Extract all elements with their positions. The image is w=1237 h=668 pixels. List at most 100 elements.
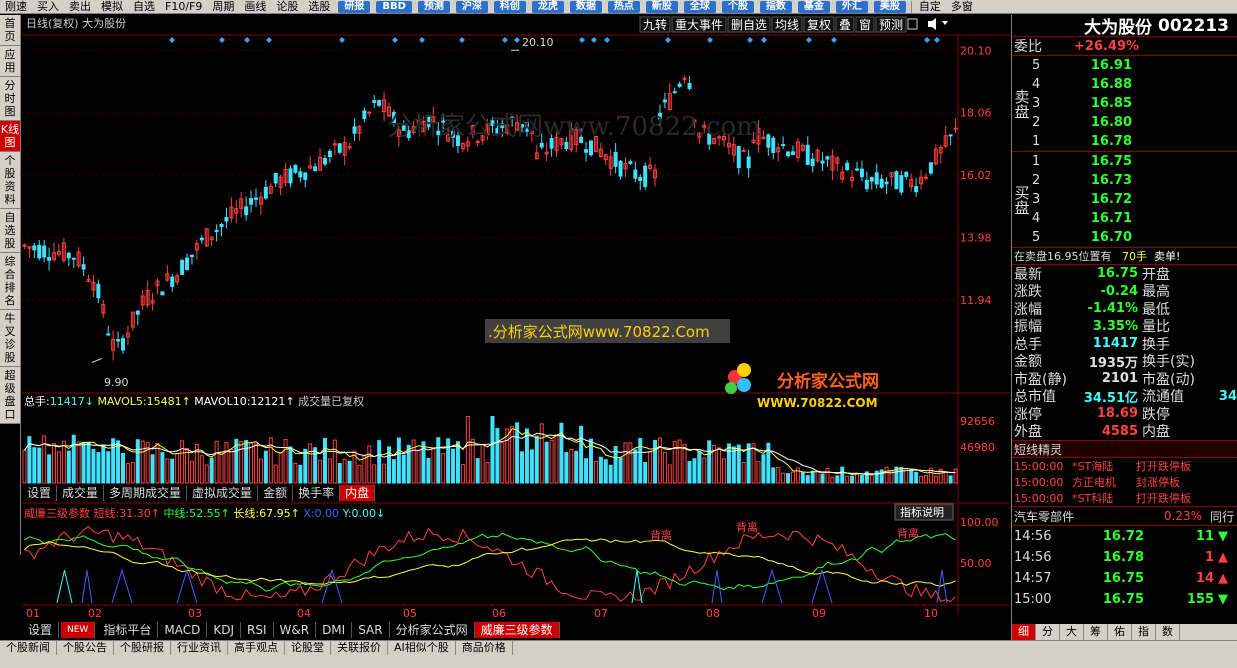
tick-tab-1[interactable]: 分 [1036, 624, 1060, 640]
chart-tool-3[interactable]: 均线 [775, 18, 799, 32]
left-tab-8[interactable]: 超级盘口 [0, 367, 20, 424]
toolbar-right-item-0[interactable]: 自定 [914, 0, 946, 13]
toolbar-item-5[interactable]: F10/F9 [160, 0, 207, 13]
chart-tool-0[interactable]: 九转 [643, 17, 667, 32]
indicator-explain-button[interactable]: 指标说明 [900, 505, 944, 519]
volume-tab-0[interactable]: 设置 [22, 485, 58, 501]
tick-tab-6[interactable]: 数 [1156, 624, 1180, 640]
indicator-tab-1[interactable]: NEW [61, 622, 96, 638]
tick-tab-5[interactable]: 指 [1132, 624, 1156, 640]
short-elves-row[interactable]: 15:00:00 *ST科陆 打开跌停板 [1012, 490, 1237, 506]
indicator-tab-10[interactable]: 威廉三级参数 [474, 622, 560, 638]
toolbar-item-6[interactable]: 周期 [207, 0, 239, 13]
indicator-tab-7[interactable]: DMI [316, 622, 353, 638]
indicator-tab-3[interactable]: MACD [158, 622, 208, 638]
toolbar-item-9[interactable]: 选股 [303, 0, 335, 13]
bottom-bar-item-1[interactable]: 个股公告 [57, 641, 114, 655]
short-elves-row[interactable]: 15:00:00 *ST海陆 打开跌停板 [1012, 458, 1237, 474]
volume-tab-6[interactable]: 内盘 [340, 485, 376, 501]
bottom-bar-item-0[interactable]: 个股新闻 [0, 641, 57, 655]
bottom-bar-item-5[interactable]: 论股堂 [285, 641, 331, 655]
order-level[interactable]: 4 16.71 [1032, 209, 1237, 228]
left-tab-1[interactable]: 应用 [0, 46, 20, 77]
bottom-bar-item-3[interactable]: 行业资讯 [171, 641, 228, 655]
toolbar-item-0[interactable]: 刚速 [0, 0, 32, 13]
toolbar-button-7[interactable]: 热点 [607, 0, 640, 13]
toolbar-item-4[interactable]: 自选 [128, 0, 160, 13]
order-level[interactable]: 2 16.80 [1032, 113, 1237, 132]
short-elves-list[interactable]: 15:00:00 *ST海陆 打开跌停板 15:00:00 方正电机 封涨停板 15:00:… [1012, 458, 1237, 506]
order-level[interactable]: 5 16.91 [1032, 56, 1237, 75]
left-tab-0[interactable]: 首页 [0, 15, 20, 46]
indicator-tab-8[interactable]: SAR [352, 622, 390, 638]
indicator-tab-4[interactable]: KDJ [207, 622, 241, 638]
toolbar-button-12[interactable]: 基金 [797, 0, 830, 13]
chart-tool-1[interactable]: 重大事件 [675, 18, 723, 32]
toolbar-button-6[interactable]: 数据 [569, 0, 602, 13]
toolbar-item-2[interactable]: 卖出 [64, 0, 96, 13]
order-level[interactable]: 2 16.73 [1032, 171, 1237, 190]
chart-tool-5[interactable]: 叠 [839, 18, 851, 32]
short-elves-row[interactable]: 15:00:00 方正电机 封涨停板 [1012, 474, 1237, 490]
indicator-tab-6[interactable]: W&R [274, 622, 317, 638]
bottom-bar-item-8[interactable]: 商品价格 [456, 641, 513, 655]
toolbar-button-5[interactable]: 龙虎 [531, 0, 564, 13]
kline-chart-area[interactable]: 日线(复权) 大为股份 九转 重大事件 删自选 均线 复权叠窗预测 20.10 18.06… [22, 15, 1010, 640]
bottom-bar-item-7[interactable]: AI相似个股 [388, 641, 456, 655]
bottom-bar-item-4[interactable]: 高手观点 [228, 641, 285, 655]
sector-peer[interactable]: 同行 [1202, 508, 1234, 525]
chart-tool-4[interactable]: 复权 [807, 18, 831, 32]
order-notice-prefix: 在卖盘16.95位置有 [1014, 250, 1112, 263]
toolbar-item-8[interactable]: 论股 [271, 0, 303, 13]
chart-tool-7[interactable]: 预测 [879, 18, 903, 32]
toolbar-button-9[interactable]: 全球 [683, 0, 716, 13]
left-tab-6[interactable]: 综合排名 [0, 253, 20, 310]
toolbar-button-11[interactable]: 指数 [759, 0, 792, 13]
candle-body [81, 264, 86, 270]
volume-tab-1[interactable]: 成交量 [57, 485, 105, 501]
bottom-bar-item-6[interactable]: 关联报价 [331, 641, 388, 655]
left-tab-4[interactable]: 个股资料 [0, 152, 20, 209]
order-level[interactable]: 1 16.78 [1032, 132, 1237, 151]
indicator-tab-9[interactable]: 分析家公式网 [390, 622, 475, 638]
left-tab-5[interactable]: 自选股 [0, 209, 20, 253]
indicator-tab-5[interactable]: RSI [241, 622, 274, 638]
volume-tab-4[interactable]: 金额 [258, 485, 294, 501]
order-level[interactable]: 4 16.88 [1032, 75, 1237, 94]
toolbar-item-1[interactable]: 买入 [32, 0, 64, 13]
left-tab-3[interactable]: K线图 [0, 121, 20, 152]
indicator-tab-2[interactable]: 指标平台 [97, 622, 159, 638]
toolbar-button-4[interactable]: 科创 [493, 0, 526, 13]
order-level[interactable]: 3 16.72 [1032, 190, 1237, 209]
toolbar-right-item-1[interactable]: 多窗 [946, 0, 978, 13]
left-tab-2[interactable]: 分时图 [0, 77, 20, 121]
tick-tab-4[interactable]: 佑 [1108, 624, 1132, 640]
volume-tab-5[interactable]: 换手率 [293, 485, 341, 501]
order-level[interactable]: 3 16.85 [1032, 94, 1237, 113]
tick-tab-3[interactable]: 筹 [1084, 624, 1108, 640]
chart-tool-6[interactable]: 窗 [859, 18, 871, 32]
toolbar-button-2[interactable]: 预测 [417, 0, 450, 13]
toolbar-button-3[interactable]: 沪深 [455, 0, 488, 13]
order-level[interactable]: 5 16.70 [1032, 228, 1237, 247]
toolbar-button-8[interactable]: 新股 [645, 0, 678, 13]
candle-body [288, 168, 293, 184]
volume-tab-2[interactable]: 多周期成交量 [104, 485, 188, 501]
volume-bar [608, 464, 613, 484]
sector-name[interactable]: 汽车零部件 [1012, 508, 1132, 525]
left-tab-7[interactable]: 牛叉诊股 [0, 310, 20, 367]
toolbar-button-14[interactable]: 美股 [873, 0, 906, 13]
indicator-tab-0[interactable]: 设置 [22, 622, 60, 638]
toolbar-button-1[interactable]: BBD [376, 0, 412, 13]
tick-tab-0[interactable]: 细 [1012, 624, 1036, 640]
toolbar-button-10[interactable]: 个股 [721, 0, 754, 13]
bottom-bar-item-2[interactable]: 个股研报 [114, 641, 171, 655]
order-level[interactable]: 1 16.75 [1032, 152, 1237, 171]
chart-tool-2[interactable]: 删自选 [731, 18, 767, 32]
volume-tab-3[interactable]: 虚拟成交量 [187, 485, 259, 501]
tick-tab-2[interactable]: 大 [1060, 624, 1084, 640]
toolbar-item-3[interactable]: 模拟 [96, 0, 128, 13]
toolbar-button-13[interactable]: 外汇 [835, 0, 868, 13]
toolbar-item-7[interactable]: 画线 [239, 0, 271, 13]
toolbar-button-0[interactable]: 研报 [338, 0, 371, 13]
